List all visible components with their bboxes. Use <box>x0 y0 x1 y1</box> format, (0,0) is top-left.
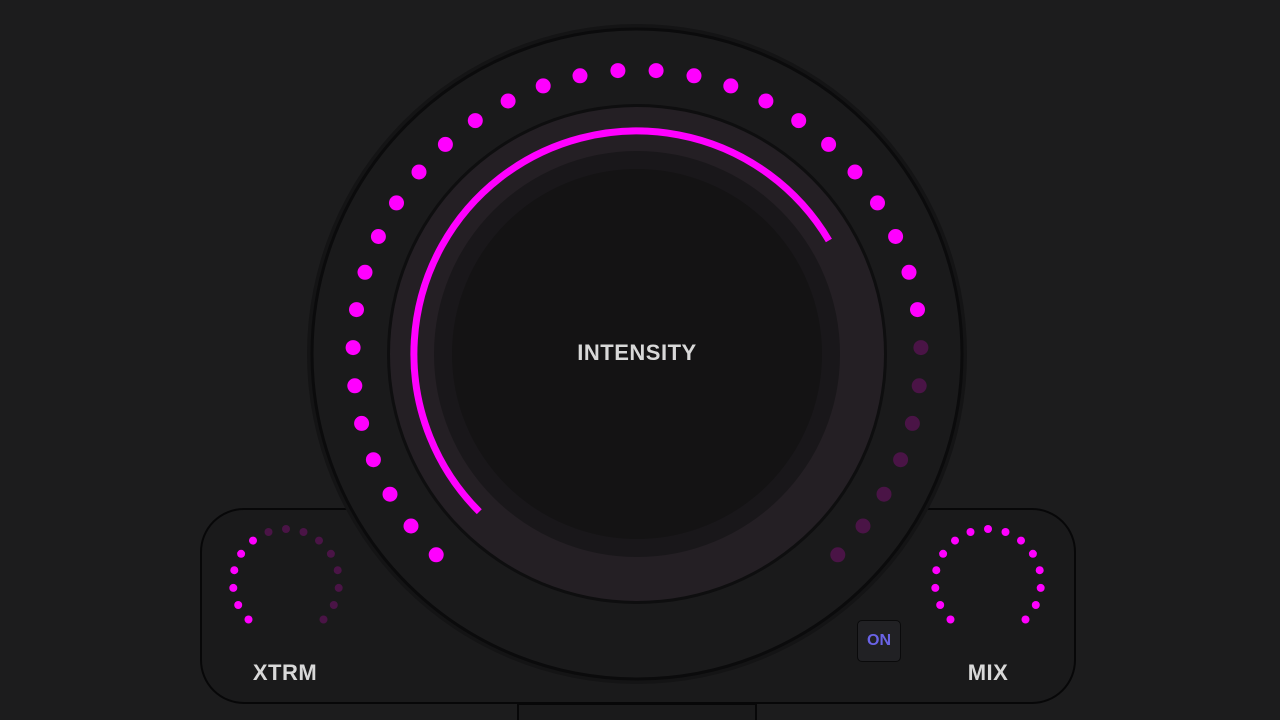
xtrm-led-dot <box>249 536 257 545</box>
xtrm-led-dot <box>329 601 338 609</box>
xtrm-led-dot <box>282 525 290 533</box>
on-toggle-button[interactable]: ON <box>857 620 901 662</box>
xtrm-led-dot <box>319 615 328 624</box>
xtrm-led-dot <box>299 528 308 536</box>
mix-led-dot <box>939 549 948 558</box>
xtrm-led-dot <box>326 549 335 558</box>
mix-led-dot <box>1036 583 1045 592</box>
mix-led-dot <box>931 583 940 592</box>
mix-led-dot <box>1028 549 1037 558</box>
xtrm-led-dot <box>264 528 273 536</box>
intensity-label: INTENSITY <box>577 340 697 365</box>
xtrm-led-dot <box>333 566 342 575</box>
mix-led-dot <box>1031 601 1040 609</box>
mix-label: MIX <box>967 660 1009 685</box>
xtrm-led-dot <box>237 549 246 558</box>
mix-knob[interactable] <box>931 525 1045 624</box>
mix-led-dot <box>946 615 955 624</box>
xtrm-knob[interactable] <box>229 525 343 624</box>
mix-led-dot <box>1035 566 1044 575</box>
mix-led-dot <box>951 536 959 545</box>
xtrm-led-dot <box>244 615 253 624</box>
mix-led-dot <box>936 601 945 609</box>
xtrm-label: XTRM <box>252 660 318 685</box>
mix-led-dot <box>932 566 941 575</box>
xtrm-led-dot <box>234 601 243 609</box>
mix-led-dot <box>1021 615 1030 624</box>
mix-led-dot <box>966 528 975 536</box>
xtrm-led-dot <box>315 536 323 545</box>
mix-led-dot <box>1017 536 1025 545</box>
mix-led-dot <box>1001 528 1010 536</box>
xtrm-led-dot <box>334 583 343 592</box>
xtrm-led-dot <box>229 583 238 592</box>
xtrm-led-dot <box>230 566 239 575</box>
mix-led-dot <box>984 525 992 533</box>
